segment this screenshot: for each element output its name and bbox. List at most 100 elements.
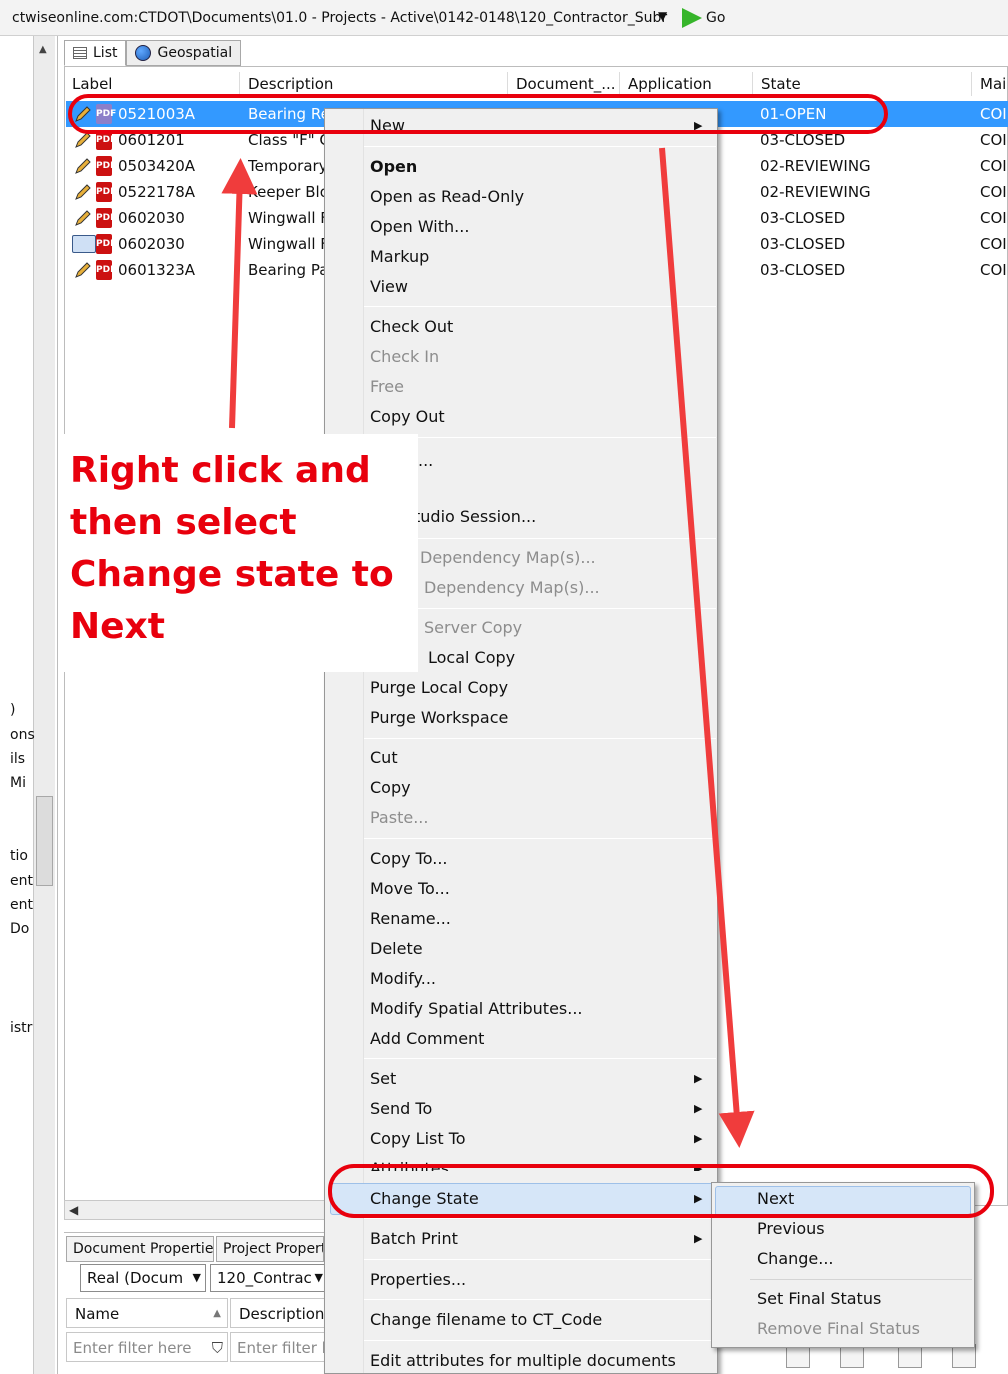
scroll-up-icon[interactable]: ▲	[39, 44, 47, 55]
menu-item-studio-session[interactable]: tudio Session...	[414, 503, 754, 531]
column-header-document[interactable]: Document_...	[508, 72, 620, 96]
tab-project-properties[interactable]: Project Properti	[216, 1236, 324, 1262]
left-fragment: )	[10, 702, 16, 718]
menu-item-edit-attributes[interactable]: Edit attributes for multiple documents	[370, 1347, 710, 1374]
submenu-highlight	[715, 1186, 971, 1216]
row-extra: COI	[980, 261, 1007, 279]
menu-item-open-with[interactable]: Open With...	[370, 213, 710, 241]
menu-item-purge-local-copy[interactable]: Purge Local Copy	[370, 674, 710, 702]
menu-item-modify[interactable]: Modify...	[370, 965, 710, 993]
menu-item-dependency-map-2: Dependency Map(s)...	[424, 578, 600, 597]
menu-item-copy-out[interactable]: Copy Out	[370, 403, 710, 431]
menu-item-markup[interactable]: Markup	[370, 243, 710, 271]
menu-item-open[interactable]: Open	[370, 153, 710, 181]
submenu-item-change[interactable]: Change...	[757, 1245, 834, 1273]
menu-item-rename[interactable]: Rename...	[370, 905, 710, 933]
pdf-icon: PDF	[96, 182, 116, 202]
menu-item-properties[interactable]: Properties...	[370, 1266, 710, 1294]
menu-item-copy-list-to[interactable]: Copy List To ▶	[370, 1125, 710, 1153]
tab-document-properties[interactable]: Document Properties	[66, 1236, 214, 1262]
menu-item-label: Batch Print	[370, 1229, 458, 1248]
name-filter-input[interactable]: Enter filter here ⛉	[66, 1332, 228, 1362]
tab-geospatial[interactable]: Geospatial	[126, 40, 242, 66]
menu-separator	[364, 1299, 716, 1300]
menu-item-free: Free	[370, 377, 404, 396]
left-scrollbar[interactable]: ▲	[33, 36, 55, 1374]
row-label: 0503420A	[118, 157, 196, 175]
menu-item-copy-to[interactable]: Copy To...	[370, 845, 710, 873]
scroll-left-icon[interactable]: ◀	[69, 1203, 78, 1217]
filter-icon[interactable]: ⛉	[212, 1333, 223, 1361]
horizontal-scrollbar[interactable]: ◀	[64, 1200, 326, 1220]
column-header-prop-description[interactable]: Description	[230, 1298, 326, 1328]
column-header-name[interactable]: Name ▲	[66, 1298, 228, 1328]
tab-list[interactable]: List	[64, 40, 127, 66]
row-description: Bearing Pa	[248, 261, 324, 279]
menu-item-open-read-only[interactable]: Open as Read-Only	[370, 183, 710, 211]
menu-item-add-comment[interactable]: Add Comment	[370, 1025, 710, 1053]
menu-separator	[364, 738, 716, 739]
left-fragment: ils	[10, 751, 26, 767]
menu-item-attributes[interactable]: Attributes ▶	[370, 1155, 710, 1171]
pencil-icon	[75, 184, 91, 200]
address-bar: ctwiseonline.com:CTDOT\Documents\01.0 - …	[0, 0, 1008, 36]
row-description: Wingwall F	[248, 209, 324, 227]
list-icon	[73, 47, 87, 59]
address-dropdown-icon[interactable]: ▼	[658, 9, 667, 23]
description-filter-input[interactable]: Enter filter h	[230, 1332, 326, 1362]
column-header-label[interactable]: Label	[64, 72, 240, 96]
menu-item-label: Change State	[370, 1189, 479, 1208]
menu-item-new[interactable]: New ▶	[370, 112, 710, 140]
pdf-icon: PDF	[96, 260, 116, 280]
column-header-name-label: Name	[75, 1305, 120, 1323]
column-header-state[interactable]: State	[753, 72, 972, 96]
menu-item-cut[interactable]: Cut	[370, 744, 710, 772]
go-button[interactable]: Go	[682, 6, 725, 30]
submenu-arrow-icon: ▶	[694, 1132, 703, 1145]
submenu-item-previous[interactable]: Previous	[757, 1215, 825, 1243]
menu-item-view[interactable]: View	[370, 273, 710, 301]
menu-item-dependency-map-1: Dependency Map(s)...	[420, 548, 596, 567]
row-extra: COI	[980, 105, 1007, 123]
menu-item-label: Copy List To	[370, 1129, 466, 1148]
annotation-line: Next	[70, 606, 165, 647]
menu-item-label: Attributes	[370, 1159, 449, 1171]
menu-item-delete[interactable]: Delete	[370, 935, 710, 963]
menu-item-change-filename[interactable]: Change filename to CT_Code	[370, 1306, 710, 1334]
menu-item-label: New	[370, 116, 405, 135]
row-label: 0602030	[118, 235, 185, 253]
address-path[interactable]: ctwiseonline.com:CTDOT\Documents\01.0 - …	[12, 10, 667, 26]
menu-item-local-copy[interactable]: Local Copy	[428, 644, 768, 672]
row-state: 02-REVIEWING	[760, 157, 871, 175]
menu-item-set[interactable]: Set ▶	[370, 1065, 710, 1093]
menu-item-send-to[interactable]: Send To ▶	[370, 1095, 710, 1123]
row-state: 03-CLOSED	[760, 209, 846, 227]
class-select[interactable]: Real (Docum ▼	[80, 1264, 206, 1292]
menu-item-copy[interactable]: Copy	[370, 774, 710, 802]
menu-item-modify-spatial-attributes[interactable]: Modify Spatial Attributes...	[370, 995, 710, 1023]
submenu-item-next[interactable]: Next	[757, 1185, 794, 1213]
menu-item-batch-print[interactable]: Batch Print ▶	[370, 1225, 710, 1253]
menu-item-partial[interactable]: ...	[418, 447, 758, 475]
globe-icon	[135, 45, 152, 61]
row-label: 0601323A	[118, 261, 196, 279]
submenu-arrow-icon: ▶	[694, 1192, 703, 1205]
project-select[interactable]: 120_Contrac ▼	[210, 1264, 328, 1292]
menu-item-purge-workspace[interactable]: Purge Workspace	[370, 704, 710, 732]
row-state: 03-CLOSED	[760, 131, 846, 149]
column-header-application[interactable]: Application	[620, 72, 753, 96]
chevron-down-icon: ▼	[314, 1271, 323, 1284]
submenu-arrow-icon: ▶	[694, 1102, 703, 1115]
row-extra: COI	[980, 209, 1007, 227]
submenu-separator	[750, 1279, 972, 1280]
submenu-item-set-final-status[interactable]: Set Final Status	[757, 1285, 881, 1313]
scroll-thumb[interactable]	[36, 796, 53, 886]
view-tabs: List Geospatial	[64, 40, 242, 66]
annotation-text: Right click and then select Change state…	[70, 445, 420, 653]
column-header-description[interactable]: Description	[240, 72, 508, 96]
menu-item-check-out[interactable]: Check Out	[370, 313, 710, 341]
column-header-more[interactable]: Mai	[972, 72, 1008, 96]
menu-item-change-state[interactable]: Change State ▶	[370, 1185, 710, 1213]
chevron-down-icon: ▼	[192, 1271, 201, 1284]
menu-item-move-to[interactable]: Move To...	[370, 875, 710, 903]
